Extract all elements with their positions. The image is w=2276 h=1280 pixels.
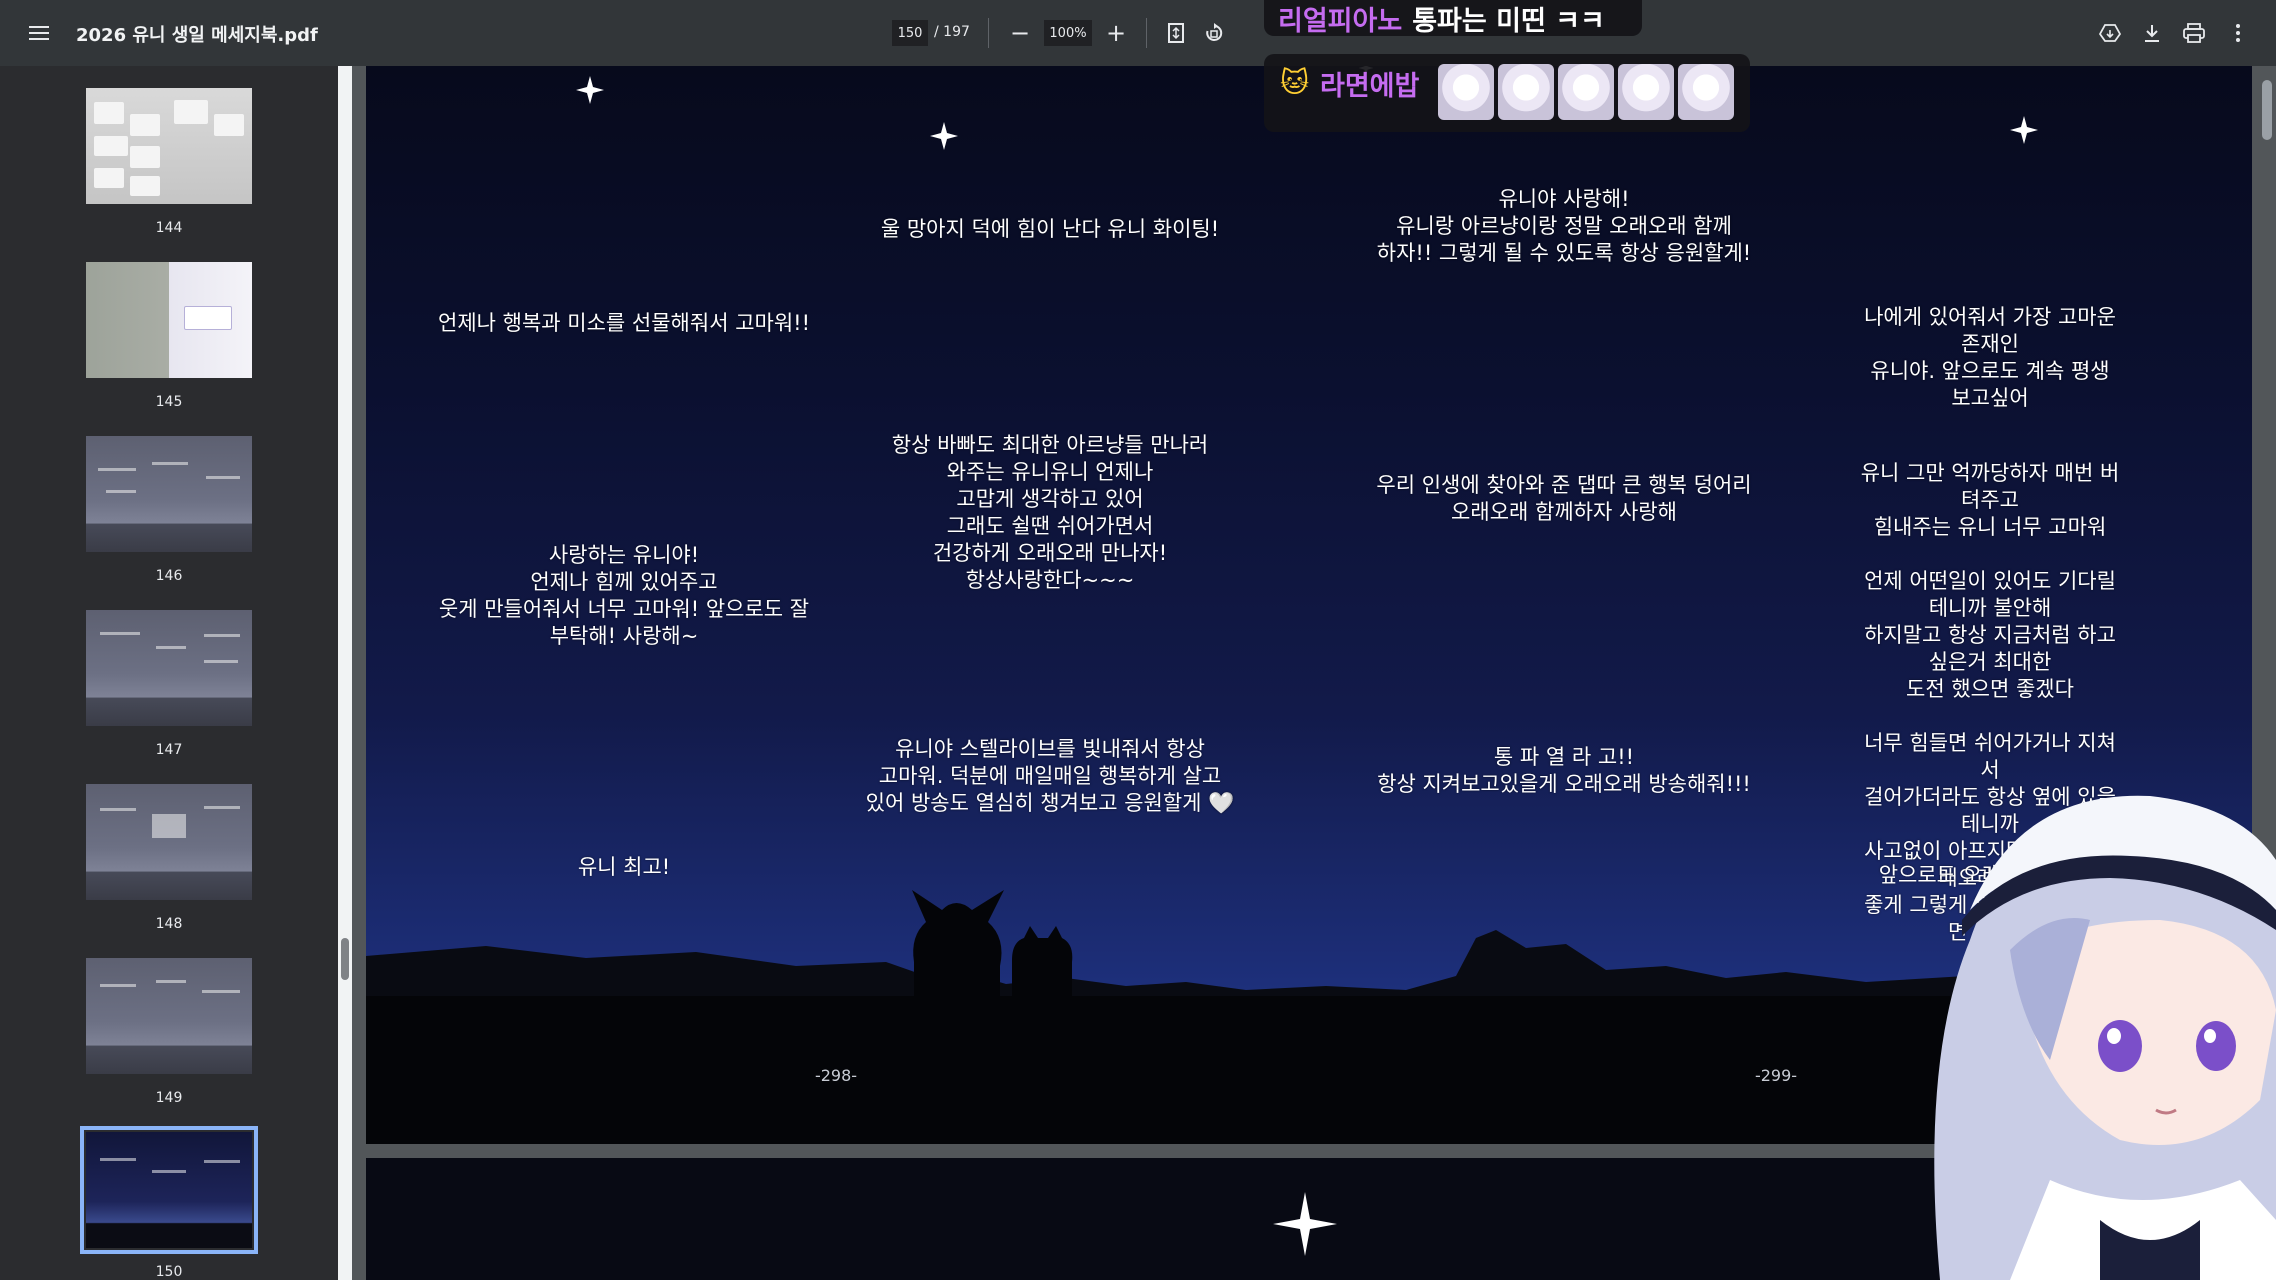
page-number-label: -298- <box>814 1066 858 1085</box>
mini-note <box>184 306 232 330</box>
print-icon[interactable] <box>2178 17 2210 49</box>
document-title: 2026 유니 생일 메세지북.pdf <box>76 25 318 46</box>
pdf-toolbar: 2026 유니 생일 메세지북.pdf / 197 − + <box>0 0 2276 66</box>
page-thumbnail[interactable] <box>86 436 252 552</box>
mini-text-line <box>100 1158 136 1161</box>
mini-text-line <box>204 806 240 809</box>
page-number-input[interactable] <box>892 20 928 46</box>
mini-text-line <box>106 490 136 493</box>
message-text: 유니야 스텔라이브를 빛내줘서 항상 고마워. 덕분에 매일매일 행복하게 살고… <box>865 737 1235 815</box>
zoom-input[interactable] <box>1044 20 1092 46</box>
message-text: 사랑하는 유니야! 언제나 힘께 있어주고 웃게 만들어줘서 너무 고마워! 앞… <box>438 543 810 648</box>
page-thumbnail[interactable] <box>86 784 252 900</box>
mini-text-line <box>202 990 240 993</box>
mini-note <box>174 100 208 124</box>
thumbnail-label: 149 <box>155 1090 183 1106</box>
emote-image <box>1558 64 1614 120</box>
thumbnail-label: 147 <box>155 742 183 758</box>
mini-note <box>94 102 124 124</box>
mini-text-line <box>152 1170 186 1173</box>
message-text: 나에게 있어줘서 가장 고마운 존재인 유니야. 앞으로도 계속 평생 보고싶어 <box>1864 305 2116 410</box>
thumbnail-label: 148 <box>155 916 183 932</box>
page-thumbnail[interactable] <box>86 88 252 204</box>
message-text: 통 파 열 라 고!! 항상 지켜보고있을게 오래오래 방송해줘!!! <box>1377 745 1751 796</box>
mini-text-line <box>156 646 186 649</box>
rotate-icon[interactable] <box>1198 17 1230 49</box>
chat-message: 리얼피아노 통파는 미띤 ㅋㅋ <box>1264 0 1642 37</box>
message-text: 우리 인생에 찾아와 준 댑따 큰 행복 덩어리 오래오래 함께하자 사랑해 <box>1376 473 1752 524</box>
more-options-icon[interactable] <box>2222 17 2254 49</box>
zoom-in-button[interactable]: + <box>1100 17 1132 49</box>
mini-note <box>214 114 244 136</box>
page-total: / 197 <box>934 24 970 40</box>
emote-image <box>1438 64 1494 120</box>
mini-text-line <box>152 462 188 465</box>
thumbnail-label: 150 <box>155 1264 183 1280</box>
message-text: 언제나 행복과 미소를 선물해줘서 고마워!! <box>438 311 810 335</box>
mini-text-line <box>206 476 240 479</box>
menu-icon[interactable] <box>22 16 56 50</box>
mini-text-line <box>152 814 186 838</box>
message-text: 항상 바빠도 최대한 아르냥들 만나러 와주는 유니유니 언제나 고맙게 생각하… <box>891 433 1209 592</box>
emote-image <box>1618 64 1674 120</box>
sparkle-star-icon <box>930 122 958 150</box>
download-icon[interactable] <box>2136 17 2168 49</box>
sidebar-scrollbar-thumb[interactable] <box>341 938 349 980</box>
mini-note <box>130 176 160 196</box>
emote-image <box>1498 64 1554 120</box>
save-to-drive-icon[interactable] <box>2094 17 2126 49</box>
chat-text: 통파는 미띤 ㅋㅋ <box>1412 5 1605 37</box>
mini-text-line <box>204 634 240 637</box>
sidebar-scrollbar[interactable] <box>338 66 352 1280</box>
page-thumbnail-selected[interactable] <box>80 1126 258 1254</box>
thumbnail-sidebar: 144 145 146 147 148 149 150 <box>0 66 338 1280</box>
mini-text-line <box>156 980 186 983</box>
mini-text-line <box>100 632 140 635</box>
emote-image <box>1678 64 1734 120</box>
toolbar-divider <box>988 18 989 48</box>
chat-message: 🐱 라면에밥 <box>1264 54 1750 132</box>
mini-text-line <box>204 1160 240 1163</box>
toolbar-divider <box>1146 18 1147 48</box>
sparkle-star-icon <box>2010 116 2038 144</box>
mini-text-line <box>100 984 136 987</box>
mini-note <box>94 168 124 188</box>
vtuber-avatar <box>1934 795 2276 1280</box>
fit-to-page-icon[interactable] <box>1160 17 1192 49</box>
page-thumbnail[interactable] <box>86 958 252 1074</box>
mini-text-line <box>100 808 136 811</box>
viewer-scrollbar-thumb[interactable] <box>2262 80 2272 140</box>
mini-note <box>130 114 160 136</box>
chat-username: 리얼피아노 <box>1278 5 1403 37</box>
thumbnail-label: 145 <box>155 394 183 410</box>
page-thumbnail[interactable] <box>86 610 252 726</box>
thumbnail-label: 144 <box>155 220 183 236</box>
zoom-out-button[interactable]: − <box>1004 17 1036 49</box>
sparkle-star-icon <box>1273 1192 1337 1256</box>
sparkle-star-icon <box>576 76 604 104</box>
mini-text-line <box>98 468 136 471</box>
thumbnail-label: 146 <box>155 568 183 584</box>
message-text: 울 망아지 덕에 힘이 난다 유니 화이팅! <box>880 217 1220 241</box>
mini-text-line <box>204 660 238 663</box>
page-number-label: -299- <box>1754 1066 1798 1085</box>
cat-badge-icon: 🐱 <box>1280 66 1310 99</box>
page-thumbnail[interactable] <box>86 262 252 378</box>
message-text: 유니야 사랑해! 유니랑 아르냥이랑 정말 오래오래 함께 하자!! 그렇게 될… <box>1376 187 1752 265</box>
mini-note <box>130 146 160 168</box>
mini-note <box>94 136 128 156</box>
chat-username: 라면에밥 <box>1320 71 1420 102</box>
